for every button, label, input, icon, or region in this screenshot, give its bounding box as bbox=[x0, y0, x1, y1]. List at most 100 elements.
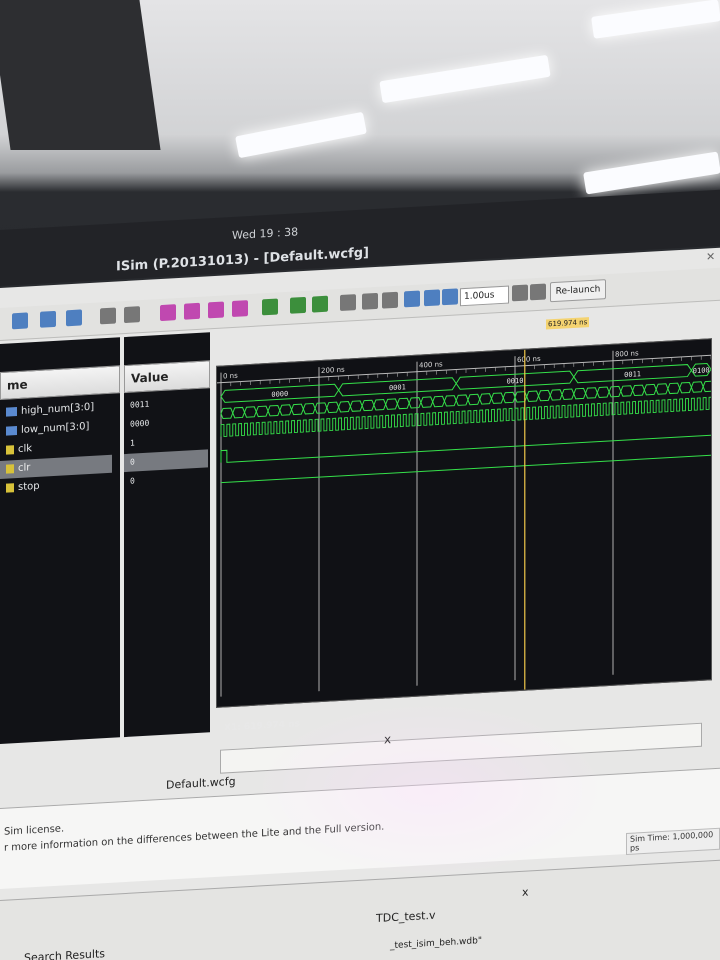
prev-edge-icon[interactable] bbox=[290, 296, 306, 314]
cursor-readout: X1: 619.974 ns bbox=[224, 719, 300, 734]
timeline-label: 600 ns bbox=[517, 355, 541, 364]
signal-name: high_num[3:0] bbox=[21, 401, 95, 417]
bus-segment bbox=[291, 403, 304, 416]
bus-segment bbox=[467, 393, 481, 406]
restart-icon[interactable] bbox=[404, 290, 420, 308]
timeline-axis bbox=[217, 354, 711, 384]
ceiling-light bbox=[583, 151, 720, 195]
run-for-icon[interactable] bbox=[442, 288, 458, 306]
bus-segment bbox=[232, 406, 246, 419]
bus-value-label: 0000 bbox=[271, 390, 288, 399]
bit-signal-icon bbox=[6, 463, 14, 474]
next-edge-icon[interactable] bbox=[312, 295, 328, 313]
signal-value: 0 bbox=[130, 476, 135, 486]
bus-segment bbox=[502, 391, 516, 404]
bus-segment bbox=[432, 395, 445, 408]
bus-value-label: 0010 bbox=[507, 377, 524, 386]
photo-stage: Wed 19 : 38 ISim (P.20131013) - [Default… bbox=[0, 0, 720, 960]
bus-value-label: 0001 bbox=[389, 383, 406, 392]
bus-segment bbox=[385, 398, 398, 410]
bus-segment bbox=[279, 404, 293, 416]
bus-segment bbox=[620, 385, 634, 397]
timeline-label: 0 ns bbox=[223, 372, 238, 381]
name-column-header[interactable]: me bbox=[0, 365, 120, 400]
layout-icon[interactable] bbox=[12, 312, 28, 330]
bus-segment bbox=[338, 401, 351, 413]
bus-segment bbox=[255, 405, 269, 418]
run-time-select[interactable]: 1.00us bbox=[460, 285, 509, 307]
bus-segment bbox=[314, 402, 328, 414]
signal-name: clk bbox=[18, 443, 33, 455]
timeline-label: 200 ns bbox=[321, 366, 345, 375]
timeline-label: 800 ns bbox=[615, 349, 639, 358]
bus-segment bbox=[537, 389, 551, 402]
run-all-icon[interactable] bbox=[424, 289, 440, 307]
bus-signal-icon bbox=[6, 406, 17, 417]
bus-segment bbox=[561, 388, 575, 400]
signal-name: clr bbox=[18, 462, 31, 474]
close-tab-button[interactable]: x bbox=[384, 732, 391, 746]
clock: Wed 19 : 38 bbox=[232, 225, 299, 243]
signal-name: stop bbox=[18, 480, 40, 493]
help-icon[interactable] bbox=[124, 306, 140, 324]
bus-segment bbox=[585, 387, 598, 399]
tab-search-results[interactable]: Search Results bbox=[24, 947, 105, 960]
name-pane: me high_num[3:0] low_num[3:0]clk clr stop bbox=[0, 337, 120, 744]
close-icon[interactable]: ✕ bbox=[706, 250, 715, 264]
ceiling-light bbox=[379, 54, 551, 104]
bus-segment bbox=[643, 383, 657, 396]
wrench-icon[interactable] bbox=[100, 307, 116, 325]
bus-segment bbox=[667, 382, 681, 395]
tab-default-wcfg[interactable]: Default.wcfg bbox=[166, 775, 236, 792]
isim-window: ✕ 1.00us Re-launch me high_num[3:0] low_… bbox=[0, 247, 720, 960]
console-line: Sim license. bbox=[4, 823, 65, 838]
zoom-cursor-icon[interactable] bbox=[232, 300, 248, 318]
tab-tdc-test-v[interactable]: TDC_test.v bbox=[376, 909, 436, 925]
bus-segment bbox=[549, 389, 563, 401]
wall-speaker bbox=[0, 0, 161, 150]
zoom-fit-icon[interactable] bbox=[208, 301, 224, 319]
bus-segment bbox=[573, 387, 587, 400]
layout-icon[interactable] bbox=[40, 310, 56, 328]
waveform-canvas[interactable]: 0 ns 200 ns 400 ns 600 ns 800 ns 0000 0001 0010… bbox=[217, 339, 712, 707]
monitor-screen: Wed 19 : 38 ISim (P.20131013) - [Default… bbox=[0, 189, 720, 960]
bus-segment bbox=[455, 394, 469, 406]
bus-segment bbox=[443, 395, 457, 407]
signal-name: low_num[3:0] bbox=[21, 421, 90, 436]
swap-icon[interactable] bbox=[382, 291, 398, 309]
stop-waveform bbox=[221, 454, 711, 484]
bus-value-label: 0100 bbox=[693, 366, 710, 375]
snap-icon[interactable] bbox=[262, 298, 278, 316]
bus-segment bbox=[526, 390, 540, 402]
bus-segment bbox=[420, 396, 434, 408]
ceiling-light bbox=[591, 0, 720, 39]
bus-segment bbox=[373, 399, 387, 411]
bus-value-label: 0011 bbox=[624, 370, 641, 379]
step-icon[interactable] bbox=[512, 284, 528, 302]
value-column-header[interactable]: Value bbox=[124, 360, 210, 394]
tab-wdb[interactable]: _test_isim_beh.wdb" bbox=[390, 936, 482, 951]
bus-segment bbox=[302, 402, 316, 415]
bus-segment bbox=[396, 397, 410, 410]
bus-segment bbox=[220, 407, 234, 420]
bus-segment bbox=[490, 392, 504, 404]
bit-signal-icon bbox=[6, 444, 14, 455]
relaunch-button[interactable]: Re-launch bbox=[550, 279, 606, 303]
bus-segment bbox=[361, 399, 375, 412]
marker-icon[interactable] bbox=[340, 294, 356, 311]
zoom-out-icon[interactable] bbox=[184, 302, 200, 320]
bus-segment bbox=[479, 393, 493, 405]
bus-segment bbox=[655, 383, 669, 395]
bus-segment bbox=[326, 401, 340, 414]
waveform-pane[interactable]: 0 ns 200 ns 400 ns 600 ns 800 ns 0000 0001 0010… bbox=[216, 338, 712, 708]
pause-icon[interactable] bbox=[530, 283, 546, 301]
ceiling-light bbox=[235, 111, 367, 159]
window-icon[interactable] bbox=[66, 309, 82, 327]
timeline-label: 400 ns bbox=[419, 360, 443, 369]
swap-icon[interactable] bbox=[362, 292, 378, 310]
close-tab-button[interactable]: x bbox=[522, 885, 529, 898]
bus-segment bbox=[690, 381, 704, 393]
bus-segment bbox=[679, 381, 692, 394]
bus-segment bbox=[267, 404, 281, 417]
zoom-in-icon[interactable] bbox=[160, 304, 176, 322]
